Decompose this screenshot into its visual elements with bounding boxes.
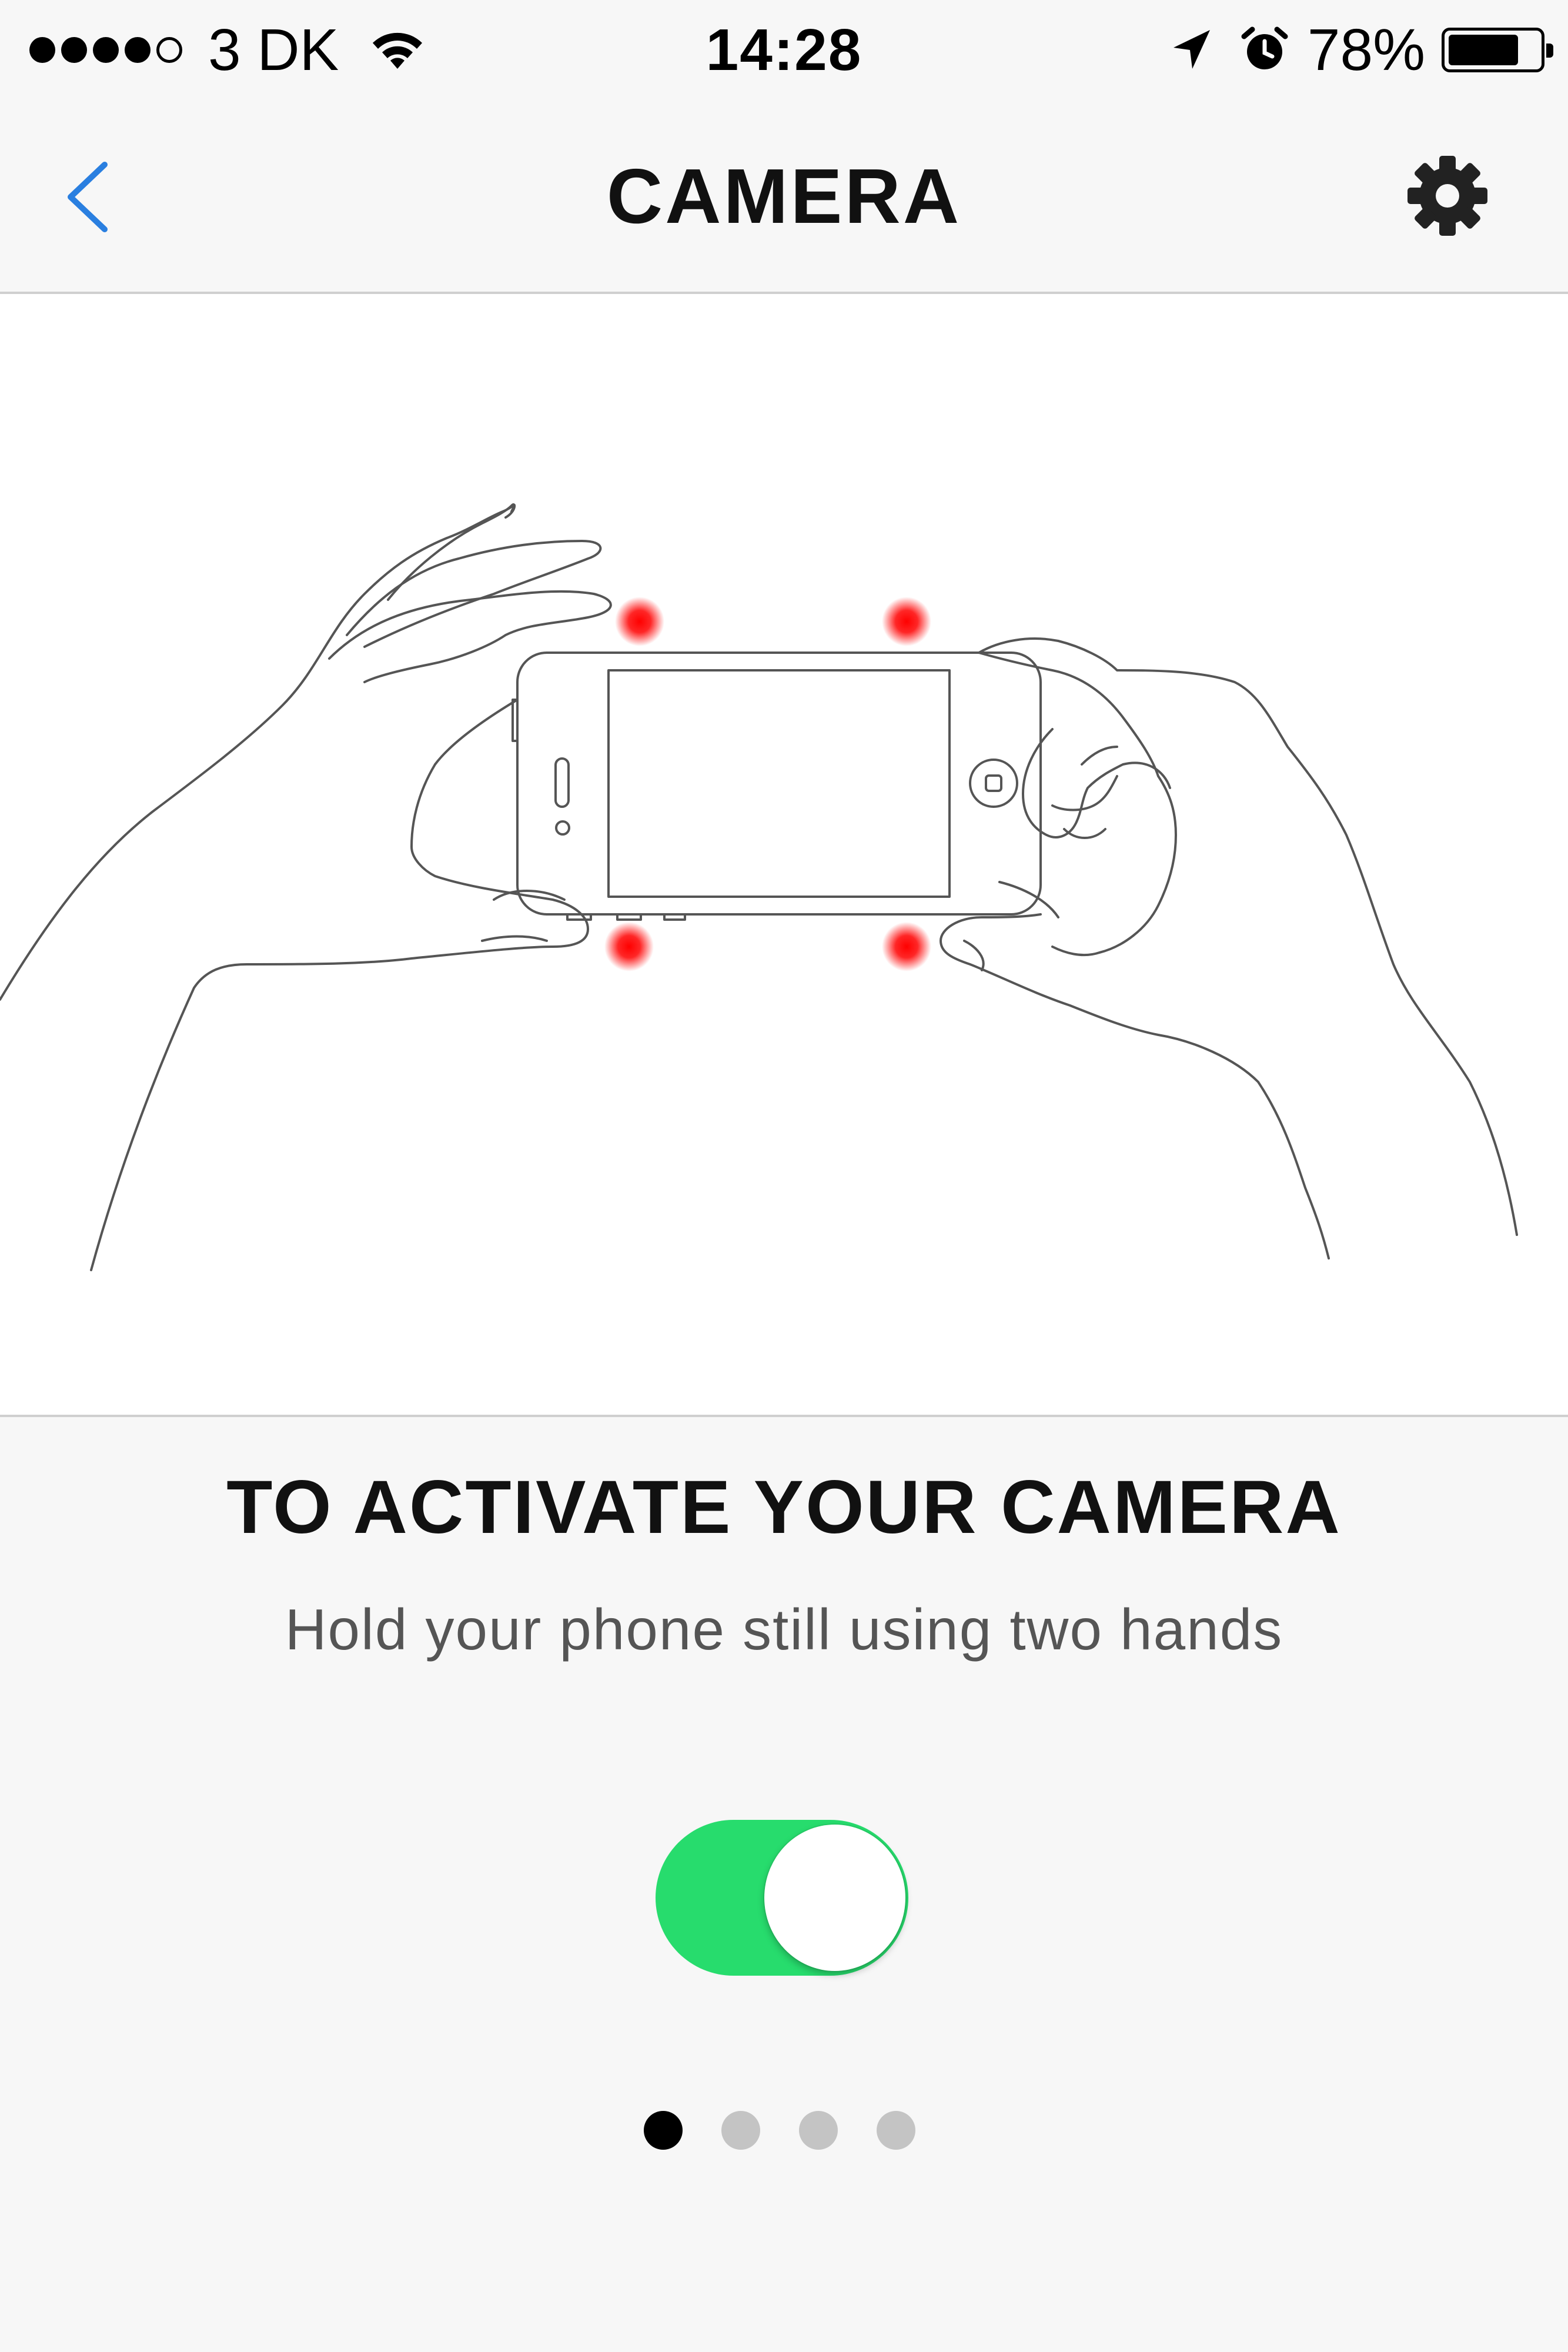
red-marker-bottom-right (882, 922, 931, 971)
two-hands-holding-phone-illustration (0, 503, 1518, 1271)
settings-button[interactable] (1403, 152, 1492, 240)
status-bar: 3 DK 14:28 78% (0, 0, 1568, 100)
alarm-icon (1241, 26, 1288, 69)
instruction-heading: TO ACTIVATE YOUR CAMERA (226, 1465, 1342, 1549)
page-dot-1[interactable] (644, 2111, 683, 2150)
red-marker-bottom-left (604, 922, 654, 971)
carrier-name: 3 DK (208, 16, 339, 83)
status-right: 78% (1168, 12, 1553, 88)
page-dot-4[interactable] (877, 2111, 915, 2150)
battery-percent: 78% (1307, 16, 1425, 83)
page-dot-3[interactable] (799, 2111, 838, 2150)
status-left: 3 DK (29, 12, 427, 88)
chevron-left-icon (68, 162, 108, 232)
gear-icon (1407, 156, 1487, 236)
wifi-icon (373, 32, 423, 69)
page-indicator (644, 2111, 954, 2150)
red-marker-top-right (882, 597, 931, 646)
page-dot-2[interactable] (721, 2111, 760, 2150)
back-button[interactable] (53, 153, 123, 241)
page-title: CAMERA (606, 152, 962, 239)
illustration-area (0, 294, 1568, 1417)
red-marker-top-left (615, 597, 664, 646)
battery-icon (1442, 28, 1553, 72)
location-arrow-icon (1173, 30, 1210, 69)
signal-strength-icon (29, 37, 188, 63)
nav-bar: CAMERA (0, 100, 1568, 294)
camera-toggle-switch[interactable] (656, 1820, 908, 1976)
toggle-knob (764, 1825, 905, 1971)
instruction-subtext: Hold your phone still using two hands (285, 1597, 1283, 1662)
